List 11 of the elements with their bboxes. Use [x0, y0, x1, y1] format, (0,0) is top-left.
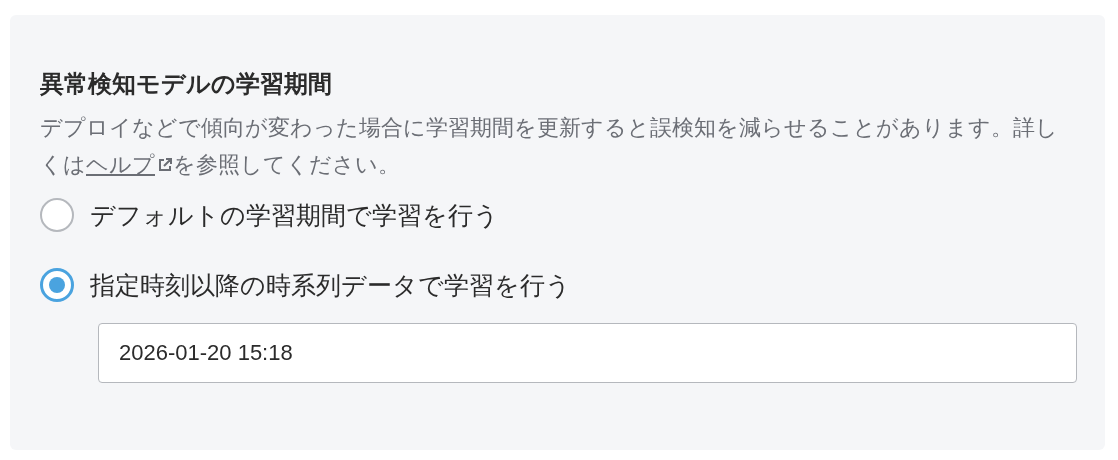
option-label: 指定時刻以降の時系列データで学習を行う: [90, 270, 571, 301]
external-link-icon: [157, 156, 173, 173]
section-title: 異常検知モデルの学習期間: [40, 69, 333, 99]
radio-button[interactable]: [40, 268, 74, 302]
radio-button[interactable]: [40, 198, 74, 232]
option-label: デフォルトの学習期間で学習を行う: [90, 200, 499, 231]
datetime-field[interactable]: 2026-01-20 15:18: [98, 323, 1077, 383]
section-description: デプロイなどで傾向が変わった場合に学習期間を更新すると誤検知を減らせることがあります。詳しくはヘルプ を参照してください。: [40, 109, 1080, 183]
radio-option[interactable]: 指定時刻以降の時系列データで学習を行う: [40, 267, 1075, 303]
help-link[interactable]: ヘルプ: [86, 146, 173, 183]
radio-option[interactable]: デフォルトの学習期間で学習を行う: [40, 197, 1075, 233]
